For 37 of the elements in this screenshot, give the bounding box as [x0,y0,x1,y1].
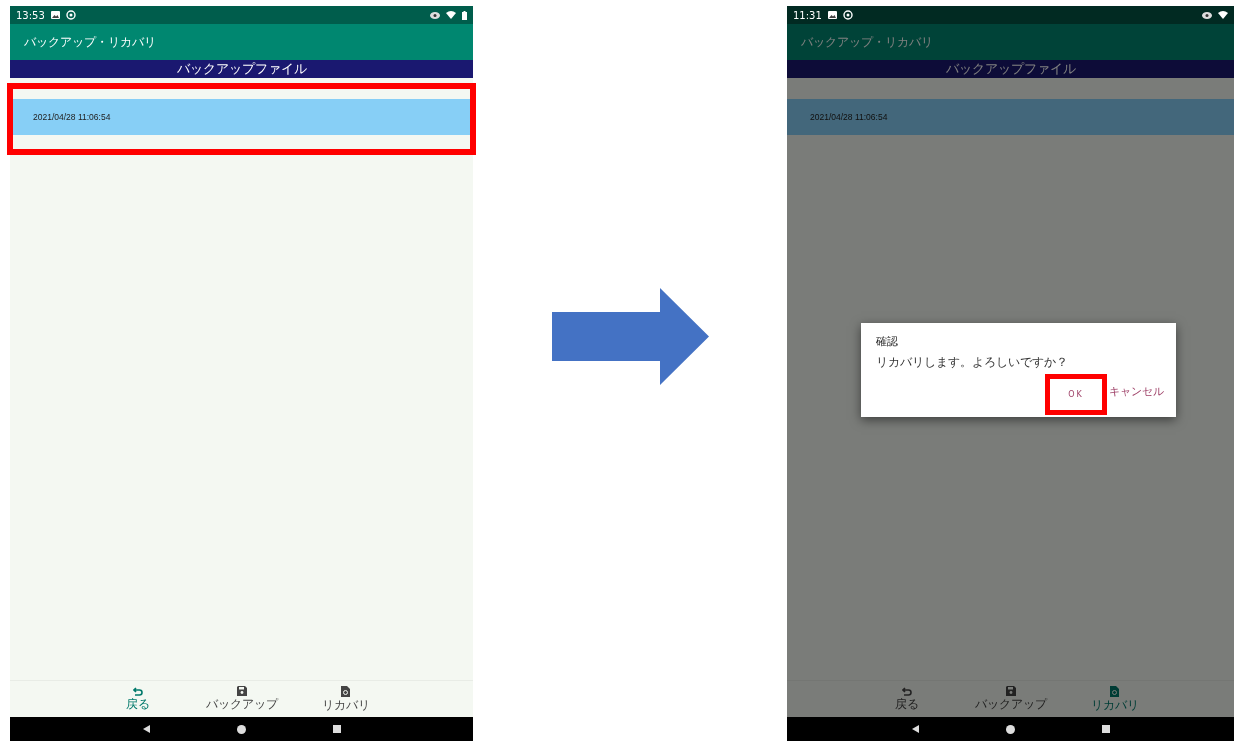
backup-file-row[interactable]: 2021/04/28 11:06:54 [10,99,473,135]
battery-icon [462,10,467,20]
recents-icon[interactable] [1101,725,1110,733]
wifi-icon [446,11,456,19]
document-icon [341,685,350,697]
undo-icon [901,686,912,696]
app-title: バックアップ・リカバリ [24,33,156,51]
dialog-button[interactable]: OK [1045,373,1107,415]
list-header: バックアップファイル [176,60,307,78]
list-header: バックアップファイル [945,60,1076,78]
back-icon[interactable] [142,725,150,733]
home-icon[interactable] [236,724,246,734]
dialog-message: リカバリします。よろしいですか？ [876,355,1069,370]
document-icon [1110,685,1119,697]
dialog-title: 確認 [876,334,899,349]
sync-icon [65,10,76,20]
status-time: 13:53 [16,9,45,21]
recents-icon[interactable] [332,725,341,733]
nav-tab[interactable]: バックアップ [203,681,280,717]
sync-icon [842,10,853,20]
nav-tab[interactable]: リカバリ [307,681,384,717]
status-time: 11:31 [793,9,822,21]
image-icon [50,11,60,19]
save-icon [1005,686,1016,696]
nav-tab[interactable]: 戻る [868,681,945,717]
image-icon [827,11,837,19]
eye-icon [1202,11,1212,19]
home-icon[interactable] [1005,724,1015,734]
eye-icon [430,11,440,19]
back-icon[interactable] [911,725,919,733]
save-icon [236,686,247,696]
undo-icon [132,686,143,696]
wifi-icon [1218,11,1228,19]
right-arrow-icon [551,288,709,385]
nav-tab[interactable]: バックアップ [972,681,1049,717]
nav-tab[interactable]: 戻る [99,681,176,717]
app-title: バックアップ・リカバリ [801,33,933,51]
